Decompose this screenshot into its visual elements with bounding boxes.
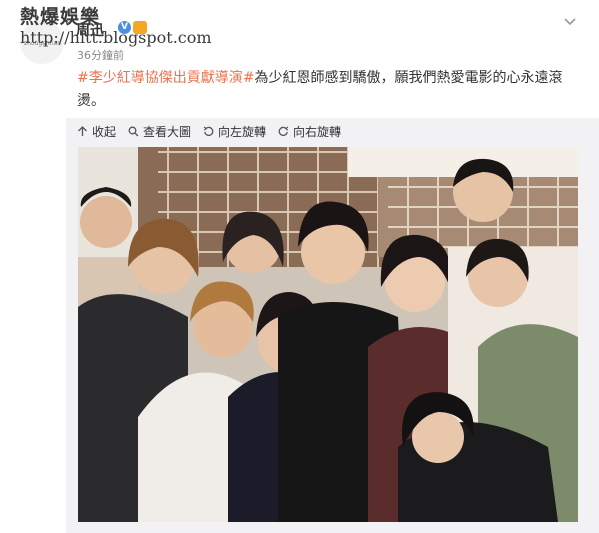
rotate-right-button[interactable]: 向右旋轉 — [278, 123, 341, 140]
view-large-button[interactable]: 查看大圖 — [128, 123, 191, 140]
search-icon — [128, 126, 139, 136]
collapse-label: 收起 — [92, 124, 117, 139]
rotate-right-icon — [278, 126, 289, 136]
rotate-right-label: 向右旋轉 — [293, 124, 342, 139]
view-large-label: 查看大圖 — [143, 124, 192, 139]
hashtag-link[interactable]: #李少紅導協傑出貢獻導演# — [77, 70, 254, 86]
media-toolbar: 收起 查看大圖 向左旋轉 向右旋轉 — [77, 123, 353, 139]
rotate-left-label: 向左旋轉 — [218, 124, 267, 139]
collapse-icon — [78, 125, 87, 136]
post-content: #李少紅導協傑出貢獻導演#為少紅恩師感到驕傲，願我們熱愛電影的心永遠滾燙。 — [77, 67, 567, 113]
post-photo[interactable] — [78, 147, 578, 522]
watermark-title: 熱爆娛樂 — [20, 6, 101, 28]
rotate-left-icon — [203, 126, 214, 136]
group-photo-image — [78, 147, 578, 522]
watermark-url: http://hitt.blogspot.com — [20, 28, 212, 47]
post-time[interactable]: 36分鐘前 — [77, 47, 124, 63]
chevron-down-icon[interactable] — [563, 15, 577, 29]
collapse-button[interactable]: 收起 — [77, 123, 116, 140]
rotate-left-button[interactable]: 向左旋轉 — [203, 123, 266, 140]
